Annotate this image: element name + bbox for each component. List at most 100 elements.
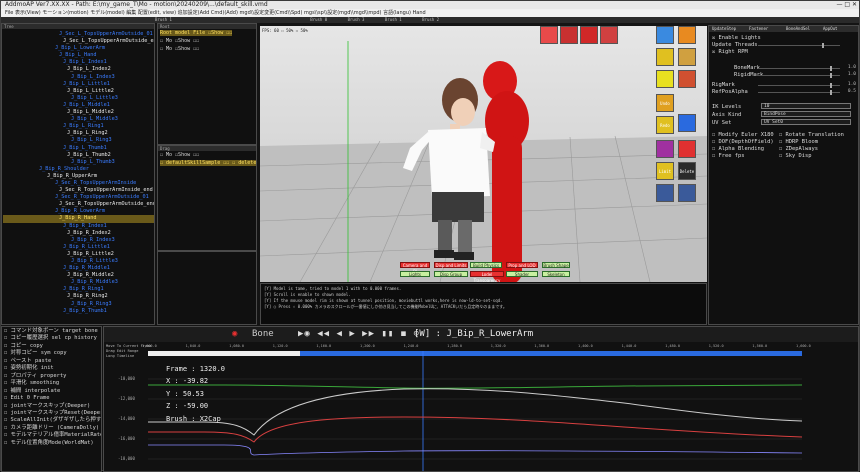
bone-tree-item[interactable]: J_Bip_R_LowerArm bbox=[3, 208, 154, 215]
bone-tree-item[interactable]: J_Bip_L_Thumb1 bbox=[3, 145, 154, 152]
viewport-tool-button[interactable]: Limit Bone bbox=[656, 162, 674, 180]
bone-tree-item[interactable]: J_Bip_L_Ring2 bbox=[3, 130, 154, 137]
menu-bar[interactable]: File 表示(View) モーション(motion) モデル(model) 編… bbox=[1, 9, 859, 17]
viewport-button[interactable]: Shader bbox=[506, 271, 538, 277]
option-checkbox[interactable]: ☐ Free fps bbox=[712, 153, 744, 159]
option-checkbox[interactable]: ☐ Sky Disp bbox=[779, 153, 811, 159]
option-checkbox[interactable]: ☐ HDRP Bloom bbox=[779, 139, 818, 145]
viewport-button[interactable]: Skeleton bbox=[542, 271, 570, 277]
bone-tree-item[interactable]: J_Bip_R_UpperArm bbox=[3, 173, 154, 180]
bone-tree-item[interactable]: J_Bip_R_Ring1 bbox=[3, 286, 154, 293]
motion-icon[interactable] bbox=[656, 140, 674, 158]
bone-mark-slider[interactable]: BoneMark 1.0 bbox=[712, 65, 856, 71]
bone-tree-item[interactable]: J_Sec_R_TopsUpperArmInside_end bbox=[3, 187, 154, 194]
viewport-tool-button[interactable]: Redo bbox=[656, 116, 674, 134]
bone-tree-item[interactable]: J_Bip_R_Index1 bbox=[3, 223, 154, 230]
right-panel-tab[interactable]: AppOut bbox=[820, 26, 857, 32]
tab-brush-3[interactable]: Brush 3 bbox=[344, 17, 369, 23]
tab-brush-1b[interactable]: Brush 1 bbox=[381, 17, 406, 23]
viewport-button[interactable]: Brush Shape bbox=[542, 262, 570, 268]
viewport-button[interactable]: Prop and LOD bbox=[506, 262, 538, 268]
viewport-button[interactable]: Lights bbox=[400, 271, 430, 277]
command-item[interactable]: ☐ Edit 0 Frame bbox=[4, 395, 99, 402]
bone-tree-item[interactable]: J_Bip_L_Index1 bbox=[3, 59, 154, 66]
bone-tree-item[interactable]: J_Bip_L_Middle2 bbox=[3, 109, 154, 116]
bone-tree-item[interactable]: J_Bip_L_Thumb3 bbox=[3, 159, 154, 166]
bone-tree-item[interactable]: J_Bip_R_Shoulder bbox=[3, 166, 154, 173]
bone-tree-item[interactable]: J_Bip_L_Ring3 bbox=[3, 137, 154, 144]
option-checkbox[interactable]: ☐ Alpha Blending bbox=[712, 146, 764, 152]
option-checkbox[interactable]: ☐ Rotate Translation bbox=[779, 132, 844, 138]
bone-tree-item[interactable]: J_Bip_R_Thumb1 bbox=[3, 308, 154, 315]
select-icon[interactable] bbox=[656, 26, 674, 44]
bone-tree-item[interactable]: J_Bip_L_Index3 bbox=[3, 74, 154, 81]
rig-mark-slider[interactable]: RigMark 1.0 bbox=[712, 82, 856, 88]
viewport-button[interactable]: Build Physics bbox=[470, 262, 502, 268]
update-threads-slider[interactable]: Update Threads bbox=[712, 42, 856, 48]
physics-icon[interactable] bbox=[678, 70, 696, 88]
option-checkbox[interactable]: ☐ Modify Euler X180 bbox=[712, 132, 774, 138]
command-item[interactable]: ☐ 補間 interpolate bbox=[4, 388, 99, 395]
axis-kind-dropdown[interactable]: BindPose bbox=[761, 111, 851, 117]
model-list-item[interactable]: Root model File ☐Show ☐☐ bbox=[160, 30, 233, 36]
viewport-tool-button[interactable]: Undo bbox=[656, 94, 674, 112]
bone-tree-item[interactable]: J_Bip_L_Little3 bbox=[3, 95, 154, 102]
ref2-icon[interactable] bbox=[678, 184, 696, 202]
pose-icon[interactable] bbox=[678, 114, 696, 132]
bone-tree-item[interactable]: J_Bip_R_Middle3 bbox=[3, 279, 154, 286]
ik-levels-field[interactable]: 10 bbox=[761, 103, 851, 109]
bone-tree-item[interactable]: J_Sec_R_TopsUpperArmInside bbox=[3, 180, 154, 187]
ref-pos-alpha-slider[interactable]: RefPosAlpha 0.5 bbox=[712, 89, 856, 95]
ref-icon[interactable] bbox=[656, 184, 674, 202]
bone-tree-item[interactable]: J_Bip_R_Hand bbox=[3, 215, 154, 223]
command-item[interactable]: ☐ コピー履歴選択 sel cp history bbox=[4, 335, 99, 342]
bone-tree-item[interactable]: J_Bip_L_Little2 bbox=[3, 88, 154, 95]
viewport-tool-button[interactable]: Delete Edit bbox=[678, 162, 696, 180]
bone-tree-item[interactable]: J_Bip_R_Ring2 bbox=[3, 293, 154, 300]
bone-tree-item[interactable]: J_Bip_R_Index2 bbox=[3, 230, 154, 237]
right-rpm-checkbox[interactable]: ☒ Right RPM bbox=[712, 49, 748, 55]
right-panel-tab[interactable]: UpdateStep bbox=[709, 26, 746, 32]
option-checkbox[interactable]: ☐ DOF(DepthOfField) bbox=[712, 139, 774, 145]
rigid-mark-slider[interactable]: RigidMark 1.0 bbox=[712, 72, 856, 78]
window-controls[interactable]: — □ ✕ bbox=[836, 1, 857, 9]
3d-viewport[interactable]: FPS: 60 ☐ 50% ☐ 50% Camera and Bl Disp an… bbox=[260, 26, 707, 282]
tab-brush-0[interactable]: Brush 0 bbox=[306, 17, 331, 23]
bone-tree-item[interactable]: J_Bip_L_Little1 bbox=[3, 81, 154, 88]
camera-icon[interactable] bbox=[540, 26, 558, 44]
grid-icon[interactable] bbox=[656, 70, 674, 88]
scale-icon[interactable] bbox=[600, 26, 618, 44]
uv-set-dropdown[interactable]: UV Set0 bbox=[761, 119, 851, 125]
limb-icon[interactable] bbox=[678, 140, 696, 158]
bone-tree-item[interactable]: J_Bip_R_Middle1 bbox=[3, 265, 154, 272]
bone-tree-item[interactable]: J_Bip_L_Middle3 bbox=[3, 116, 154, 123]
command-item[interactable]: ☐ モデル位置角度Mode(WorldMat) bbox=[4, 440, 99, 447]
bone-tree-item[interactable]: J_Bip_L_LowerArm bbox=[3, 45, 154, 52]
model-list-item[interactable]: ☐ Mo ☐Show ☐☐ bbox=[160, 38, 199, 44]
enable-lights-checkbox[interactable]: ☒ Enable Lights bbox=[712, 35, 761, 41]
bone-tree-item[interactable]: J_Sec_L_TopsUpperArmOutside_en bbox=[3, 38, 154, 45]
bone-tree-item[interactable]: J_Bip_L_Ring1 bbox=[3, 123, 154, 130]
viewport-button[interactable]: Disp Group bbox=[434, 271, 468, 277]
tab-brush-2[interactable]: Brush 2 bbox=[418, 17, 443, 23]
command-item[interactable]: ☐ ScaleAllInit(ダザギザしたら押す) bbox=[4, 417, 101, 424]
bone-tree-item[interactable]: J_Bip_R_Index3 bbox=[3, 237, 154, 244]
viewport-button[interactable]: Camera and Bl bbox=[400, 262, 430, 274]
right-panel-tab[interactable]: Fastener bbox=[746, 26, 783, 32]
right-panel-tab[interactable]: BoneAndSel bbox=[783, 26, 820, 32]
tool-icon[interactable] bbox=[678, 48, 696, 66]
bone-tree-item[interactable]: J_Bip_L_Index2 bbox=[3, 66, 154, 73]
bone-tree-item[interactable]: J_Bip_R_Little2 bbox=[3, 251, 154, 258]
viewport-button[interactable]: Lodel Transparency bbox=[470, 271, 504, 282]
rotate-icon[interactable] bbox=[560, 26, 578, 44]
bone-tree-item[interactable]: J_Bip_R_Little3 bbox=[3, 258, 154, 265]
viewport-button[interactable]: Disp and Limits bbox=[434, 262, 468, 268]
bone-tree-item[interactable]: J_Bip_R_Middle2 bbox=[3, 272, 154, 279]
bone-tree-item[interactable]: J_Sec_R_TopsUpperArmOutside_01 bbox=[3, 194, 154, 201]
ik-icon[interactable] bbox=[678, 26, 696, 44]
bone-tree-item[interactable]: J_Bip_R_Ring3 bbox=[3, 301, 154, 308]
model-list-item[interactable]: ☐ Mo ☐Show ☐☐ bbox=[160, 152, 199, 158]
command-item[interactable]: ☐ 平滑化 smoothing bbox=[4, 380, 99, 387]
bone-tree-item[interactable]: J_Bip_L_Thumb2 bbox=[3, 152, 154, 159]
option-checkbox[interactable]: ☐ ZDepAlways bbox=[779, 146, 818, 152]
